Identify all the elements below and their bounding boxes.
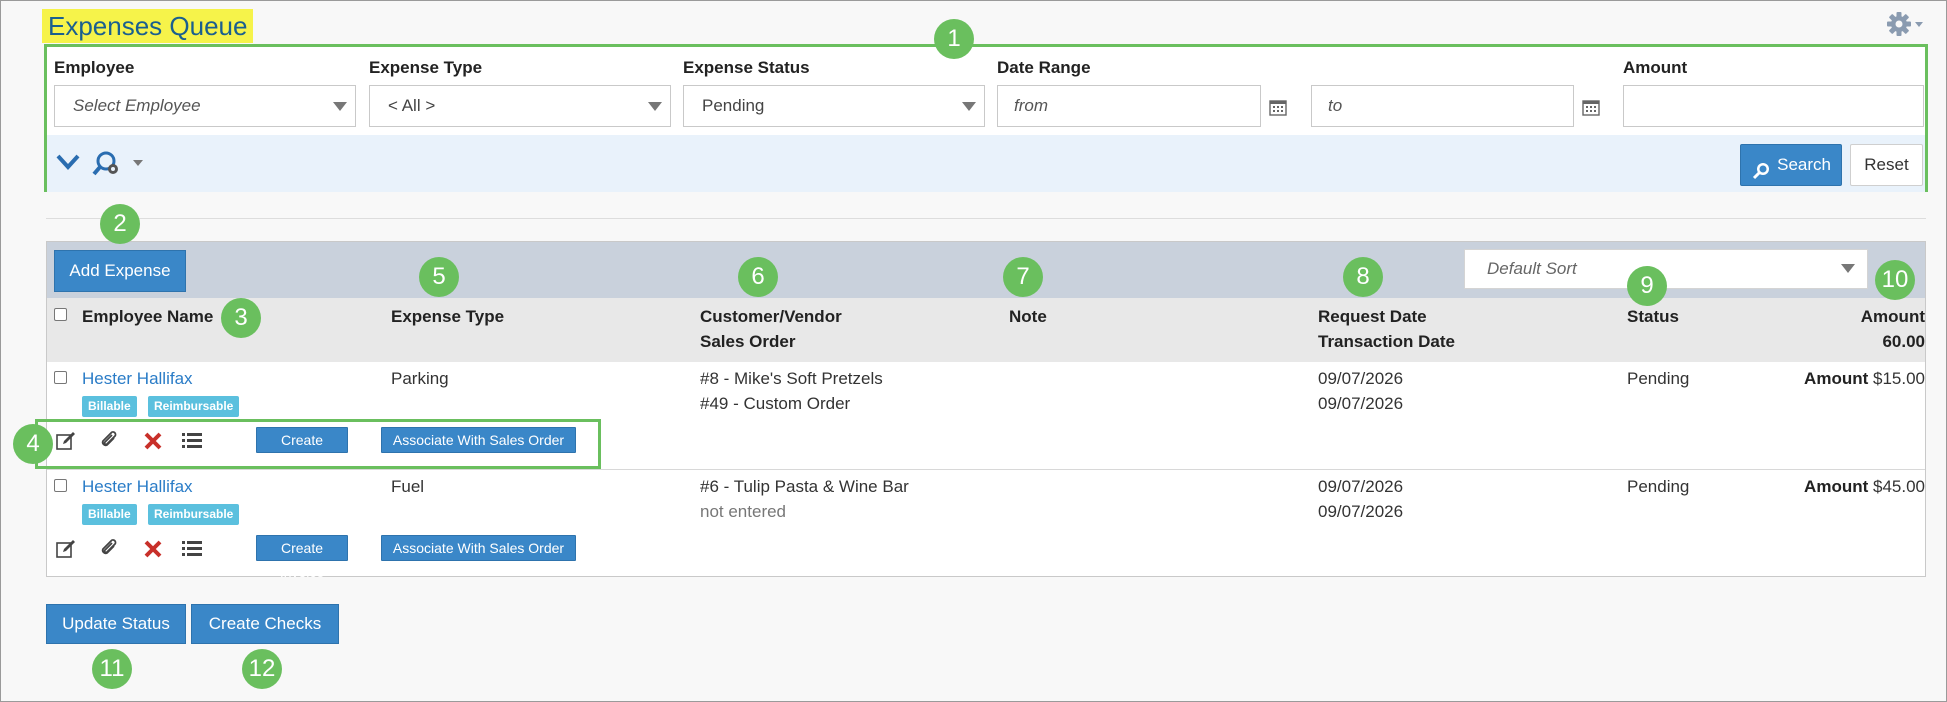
chevron-down-icon bbox=[962, 102, 976, 111]
callout-badge: 3 bbox=[221, 298, 261, 338]
edit-icon[interactable] bbox=[55, 538, 77, 560]
amount-value: Amount $15.00 bbox=[1804, 366, 1925, 391]
list-icon[interactable] bbox=[181, 538, 203, 560]
callout-badge: 11 bbox=[92, 649, 132, 689]
employee-link[interactable]: Hester Hallifax bbox=[82, 474, 193, 499]
billable-badge: Billable bbox=[82, 396, 137, 417]
reset-button[interactable]: Reset bbox=[1850, 144, 1923, 186]
expense-status-select[interactable]: Pending bbox=[683, 85, 985, 127]
date-from-input[interactable]: from bbox=[997, 85, 1261, 127]
status-value: Pending bbox=[1627, 369, 1690, 388]
amount-label: Amount bbox=[1804, 477, 1869, 496]
callout-badge: 4 bbox=[13, 424, 53, 464]
sort-select-placeholder: Default Sort bbox=[1487, 259, 1577, 278]
grid-header: Employee Name Expense Type Customer/Vend… bbox=[47, 298, 1925, 362]
create-checks-button[interactable]: Create Checks bbox=[191, 604, 339, 644]
row-actions-highlight bbox=[35, 419, 601, 469]
app-frame: Expenses Queue Employee Select Employee … bbox=[0, 0, 1947, 702]
callout-badge: 8 bbox=[1343, 257, 1383, 297]
paperclip-icon[interactable] bbox=[99, 538, 121, 560]
transaction-date-value: 09/07/2026 bbox=[1318, 502, 1404, 521]
select-all-checkbox[interactable] bbox=[54, 308, 67, 321]
row-checkbox[interactable] bbox=[54, 479, 67, 492]
status-value: Pending bbox=[1627, 477, 1690, 496]
amount-number: $45.00 bbox=[1873, 477, 1925, 496]
date-range-label: Date Range bbox=[997, 58, 1091, 77]
filter-panel: Employee Select Employee Expense Type < … bbox=[44, 44, 1928, 192]
transaction-date-value: 09/07/2026 bbox=[1318, 394, 1404, 413]
header-sales-order[interactable]: Sales Order bbox=[700, 329, 795, 354]
table-row: Hester Hallifax Billable Reimbursable Fu… bbox=[47, 469, 1925, 580]
chevron-down-icon bbox=[1841, 264, 1855, 273]
billable-badge: Billable bbox=[82, 504, 137, 525]
callout-badge: 10 bbox=[1875, 260, 1915, 300]
amount-label: Amount bbox=[1804, 369, 1869, 388]
chevron-down-icon bbox=[648, 102, 662, 111]
expense-type-label: Expense Type bbox=[369, 58, 483, 77]
calendar-icon[interactable] bbox=[1269, 98, 1287, 116]
chevron-down-icon bbox=[333, 102, 347, 111]
calendar-icon[interactable] bbox=[1582, 98, 1600, 116]
create-invoice-button[interactable]: Create Invoice bbox=[256, 535, 348, 580]
customer-value: #6 - Tulip Pasta & Wine Bar bbox=[700, 477, 909, 496]
search-icon bbox=[1751, 156, 1771, 180]
search-button[interactable]: Search bbox=[1740, 144, 1842, 186]
amount-number: $15.00 bbox=[1873, 369, 1925, 388]
header-transaction-date[interactable]: Transaction Date bbox=[1318, 329, 1455, 354]
associate-sales-order-button[interactable]: Associate With Sales Order bbox=[381, 535, 576, 561]
reimbursable-badge: Reimbursable bbox=[148, 396, 240, 417]
amount-label: Amount bbox=[1623, 58, 1688, 77]
search-button-label: Search bbox=[1777, 155, 1831, 174]
gear-icon[interactable] bbox=[1885, 11, 1925, 39]
update-status-button[interactable]: Update Status bbox=[46, 604, 186, 644]
reimbursable-badge: Reimbursable bbox=[148, 504, 240, 525]
employee-label: Employee bbox=[54, 58, 135, 77]
callout-badge: 5 bbox=[419, 257, 459, 297]
header-status[interactable]: Status bbox=[1627, 304, 1679, 329]
header-amount[interactable]: Amount bbox=[1861, 304, 1925, 329]
expense-type-value: Parking bbox=[391, 369, 449, 388]
header-request-date[interactable]: Request Date bbox=[1318, 304, 1427, 329]
date-to-input[interactable]: to bbox=[1311, 85, 1574, 127]
callout-badge: 2 bbox=[100, 204, 140, 244]
expense-status-label: Expense Status bbox=[683, 58, 810, 77]
date-to-placeholder: to bbox=[1328, 96, 1343, 115]
header-customer[interactable]: Customer/Vendor bbox=[700, 304, 842, 329]
search-settings-icon[interactable] bbox=[91, 149, 147, 179]
callout-badge: 9 bbox=[1627, 266, 1667, 306]
date-from-placeholder: from bbox=[1014, 96, 1048, 115]
employee-link[interactable]: Hester Hallifax bbox=[82, 366, 193, 391]
add-expense-button[interactable]: Add Expense bbox=[54, 250, 186, 292]
expense-status-value: Pending bbox=[702, 96, 765, 115]
delete-icon[interactable] bbox=[142, 538, 164, 560]
amount-input[interactable] bbox=[1623, 85, 1924, 127]
expense-type-value: < All > bbox=[388, 96, 436, 115]
chevron-down-icon[interactable] bbox=[55, 152, 81, 172]
callout-badge: 6 bbox=[738, 257, 778, 297]
divider bbox=[46, 218, 1926, 219]
employee-select-placeholder: Select Employee bbox=[73, 96, 201, 115]
callout-badge: 7 bbox=[1003, 257, 1043, 297]
expense-type-value: Fuel bbox=[391, 477, 425, 496]
sales-order-value: #49 - Custom Order bbox=[700, 394, 851, 413]
filter-actions-bar bbox=[47, 135, 1925, 192]
amount-value: Amount $45.00 bbox=[1804, 474, 1925, 499]
request-date-value: 09/07/2026 bbox=[1318, 369, 1404, 388]
callout-badge: 1 bbox=[934, 19, 974, 59]
page-title: Expenses Queue bbox=[42, 9, 254, 43]
sales-order-value: not entered bbox=[700, 502, 787, 521]
request-date-value: 09/07/2026 bbox=[1318, 477, 1404, 496]
customer-value: #8 - Mike's Soft Pretzels bbox=[700, 369, 883, 388]
header-note[interactable]: Note bbox=[1009, 304, 1047, 329]
expense-type-select[interactable]: < All > bbox=[369, 85, 671, 127]
header-amount-total: 60.00 bbox=[1882, 332, 1925, 351]
header-expense-type[interactable]: Expense Type bbox=[391, 304, 504, 329]
header-employee[interactable]: Employee Name bbox=[82, 304, 213, 329]
employee-select[interactable]: Select Employee bbox=[54, 85, 356, 127]
row-checkbox[interactable] bbox=[54, 371, 67, 384]
callout-badge: 12 bbox=[242, 649, 282, 689]
